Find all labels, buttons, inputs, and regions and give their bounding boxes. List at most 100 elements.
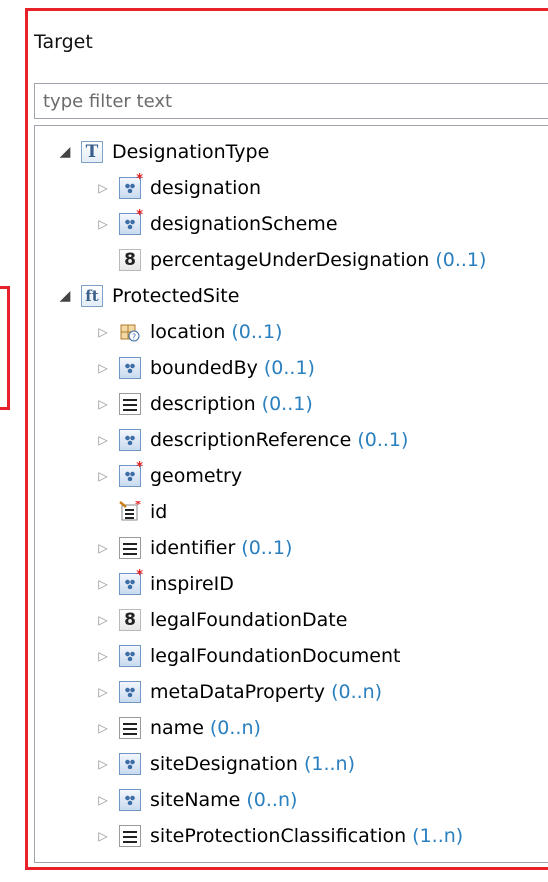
tree-node-label: designation: [150, 177, 262, 199]
tree-child-node[interactable]: ▷ descriptionReference (0..1): [95, 423, 408, 457]
cardinality-label: (0..1): [241, 537, 293, 559]
number-8-icon: 8: [119, 249, 141, 271]
tree-node-label: designationScheme: [150, 213, 338, 235]
complex-icon: [119, 789, 141, 811]
cardinality-label: (0..n): [331, 681, 383, 703]
tree-child-node[interactable]: ▷ name (0..n): [95, 711, 261, 745]
tree-node-label: id: [150, 501, 168, 523]
tree-child-node[interactable]: ▷ 8 legalFoundationDate: [95, 603, 347, 637]
tree-child-node[interactable]: * id: [95, 495, 167, 529]
complex-icon: [119, 681, 141, 703]
tree-child-node[interactable]: ▷ identifier (0..1): [95, 531, 292, 565]
tree-child-node[interactable]: ▷ * geometry: [95, 459, 242, 493]
expand-arrow-icon[interactable]: ▷: [95, 720, 111, 736]
complex-required-icon: *: [119, 173, 143, 199]
expand-arrow-icon[interactable]: ▷: [95, 180, 111, 196]
complex-icon: [119, 429, 141, 451]
tree-child-node[interactable]: ▷ legalFoundationDocument: [95, 639, 400, 673]
expand-arrow-icon[interactable]: ▷: [95, 396, 111, 412]
expand-arrow-icon[interactable]: ▷: [95, 324, 111, 340]
cardinality-label: (0..1): [261, 393, 313, 415]
no-arrow-spacer: [95, 252, 111, 268]
cardinality-label: (0..n): [246, 789, 298, 811]
tree-node-label: boundedBy: [150, 357, 258, 379]
expand-arrow-icon[interactable]: ▷: [95, 756, 111, 772]
tree-child-node[interactable]: ▷ boundedBy (0..1): [95, 351, 315, 385]
tree-child-node[interactable]: ▷ siteName (0..n): [95, 783, 297, 817]
complex-icon: [119, 753, 141, 775]
svg-text:?: ?: [132, 333, 136, 342]
tree-node-label: description: [150, 393, 256, 415]
tree-child-node[interactable]: ▷? location (0..1): [95, 315, 282, 349]
cardinality-label: (0..1): [435, 249, 487, 271]
svg-text:*: *: [135, 501, 141, 511]
complex-required-icon: *: [119, 461, 143, 487]
tree-node-label: descriptionReference: [150, 429, 352, 451]
expand-arrow-icon[interactable]: ▷: [95, 468, 111, 484]
filter-input[interactable]: [35, 84, 548, 118]
collapse-arrow-icon[interactable]: ◢: [57, 288, 73, 304]
location-choice-icon: ?: [119, 321, 141, 343]
filter-box[interactable]: [34, 83, 548, 119]
tree-node-label: siteName: [150, 789, 241, 811]
tree-node-label: legalFoundationDate: [150, 609, 348, 631]
text-lines-icon: [119, 393, 141, 415]
tree-child-node[interactable]: 8 percentageUnderDesignation (0..1): [95, 243, 486, 277]
expand-arrow-icon[interactable]: ▷: [95, 360, 111, 376]
tree-node-label: siteDesignation: [150, 753, 298, 775]
tree-node-label: DesignationType: [112, 141, 270, 163]
cardinality-label: (0..n): [209, 717, 261, 739]
tree-node-label: inspireID: [150, 573, 234, 595]
expand-arrow-icon[interactable]: ▷: [95, 540, 111, 556]
tree-node-label: legalFoundationDocument: [150, 645, 401, 667]
tree-root-node[interactable]: ◢ T DesignationType: [57, 135, 269, 169]
expand-arrow-icon[interactable]: ▷: [95, 576, 111, 592]
tree-node-label: geometry: [150, 465, 243, 487]
tree-node-label: ProtectedSite: [112, 285, 240, 307]
expand-arrow-icon[interactable]: ▷: [95, 828, 111, 844]
tree-child-node[interactable]: ▷ metaDataProperty (0..n): [95, 675, 382, 709]
expand-arrow-icon[interactable]: ▷: [95, 432, 111, 448]
tree-node-label: siteProtectionClassification: [150, 825, 407, 847]
tree-node-label: identifier: [150, 537, 236, 559]
tree-container: ◢ T DesignationType ▷ * designation ▷ * designat…: [35, 126, 548, 862]
tree-node-label: metaDataProperty: [150, 681, 326, 703]
expand-arrow-icon[interactable]: ▷: [95, 648, 111, 664]
expand-arrow-icon[interactable]: ▷: [95, 792, 111, 808]
tree-child-node[interactable]: ▷ * designation: [95, 171, 261, 205]
tree-view: ◢ T DesignationType ▷ * designation ▷ * designat…: [34, 125, 548, 863]
target-panel: Target ◢ T DesignationType ▷ * designation ▷ * d…: [25, 8, 548, 870]
collapse-arrow-icon[interactable]: ◢: [57, 144, 73, 160]
cardinality-label: (0..1): [231, 321, 283, 343]
tree-child-node[interactable]: ▷ siteProtectionClassification (1..n): [95, 819, 463, 853]
complex-icon: [119, 645, 141, 667]
number-8-icon: 8: [119, 609, 141, 631]
id-attribute-icon: *: [119, 501, 141, 523]
text-lines-icon: [119, 825, 141, 847]
no-arrow-spacer: [95, 504, 111, 520]
tree-node-label: name: [150, 717, 204, 739]
tree-child-node[interactable]: ▷ siteDesignation (1..n): [95, 747, 355, 781]
cardinality-label: (0..1): [357, 429, 409, 451]
tree-child-node[interactable]: ▷ * inspireID: [95, 567, 234, 601]
complex-required-icon: *: [119, 569, 143, 595]
tree-root-node[interactable]: ◢ ft ProtectedSite: [57, 279, 239, 313]
text-lines-icon: [119, 537, 141, 559]
type-T-icon: T: [81, 141, 103, 163]
highlight-marker: [0, 286, 10, 410]
expand-arrow-icon[interactable]: ▷: [95, 684, 111, 700]
expand-arrow-icon[interactable]: ▷: [95, 216, 111, 232]
panel-title: Target: [34, 31, 93, 53]
tree-node-label: location: [150, 321, 226, 343]
expand-arrow-icon[interactable]: ▷: [95, 612, 111, 628]
tree-child-node[interactable]: ▷ * designationScheme: [95, 207, 338, 241]
cardinality-label: (0..1): [263, 357, 315, 379]
tree-node-label: percentageUnderDesignation: [150, 249, 430, 271]
text-lines-icon: [119, 717, 141, 739]
tree-child-node[interactable]: ▷ description (0..1): [95, 387, 313, 421]
complex-required-icon: *: [119, 209, 143, 235]
complex-icon: [119, 357, 141, 379]
cardinality-label: (1..n): [412, 825, 464, 847]
feature-type-ft-icon: ft: [81, 285, 103, 307]
cardinality-label: (1..n): [303, 753, 356, 775]
